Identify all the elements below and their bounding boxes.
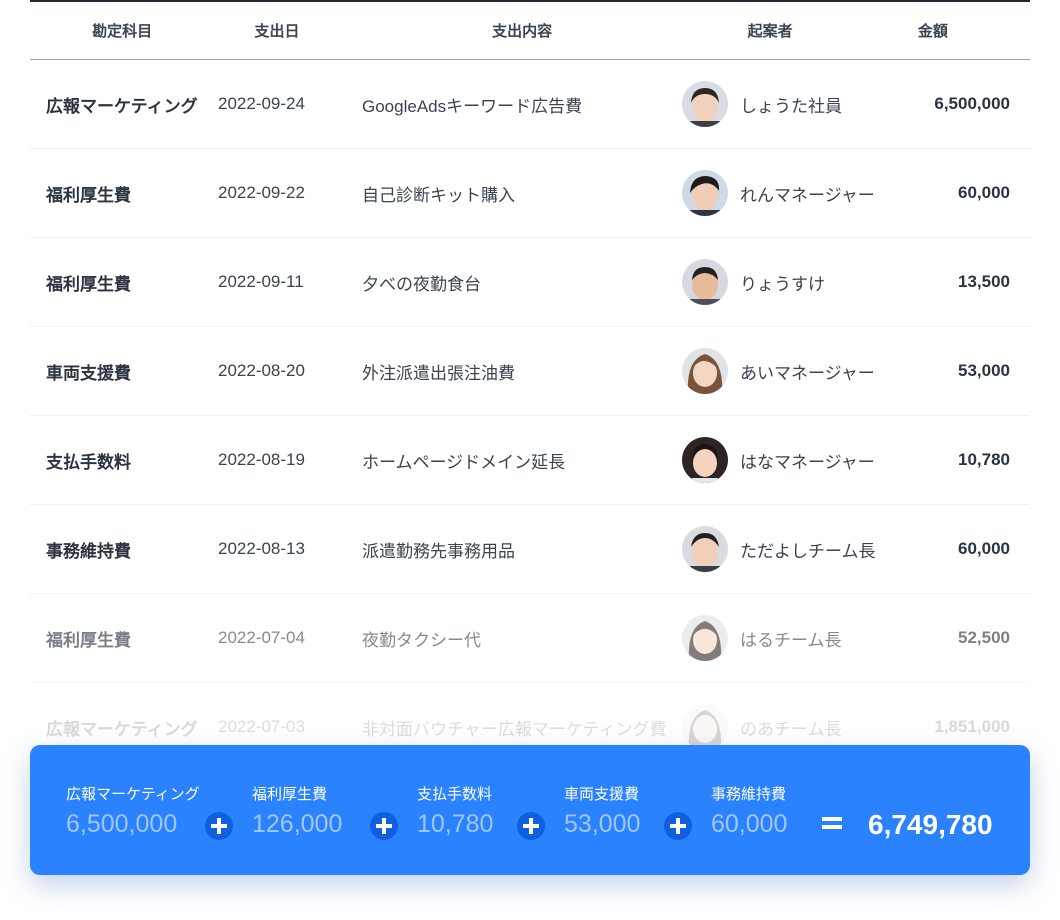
summary-label: 車両支援費 <box>564 786 640 803</box>
table-row[interactable]: 事務維持費 2022-08-13 派遣勤務先事務用品 ただよしチーム長 60,0… <box>30 505 1030 594</box>
avatar <box>682 81 728 127</box>
table-row[interactable]: 車両支援費 2022-08-20 外注派遣出張注油費 あいマネージャー 53,0… <box>30 327 1030 416</box>
plus-icon <box>664 812 692 840</box>
summary-value: 53,000 <box>564 810 641 838</box>
summary-value: 126,000 <box>252 810 343 838</box>
plus-icon <box>205 812 233 840</box>
row-date: 2022-07-04 <box>218 628 305 647</box>
applicant-name: ただよしチーム長 <box>740 541 876 561</box>
row-category: 事務維持費 <box>46 541 131 561</box>
row-description: 外注派遣出張注油費 <box>362 363 515 383</box>
applicant-name: はなマネージャー <box>740 452 875 472</box>
row-category: 福利厚生費 <box>46 185 131 205</box>
avatar <box>682 615 728 661</box>
row-applicant: りょうすけ <box>682 259 912 305</box>
header-amount: 金額 <box>917 23 948 40</box>
avatar <box>682 704 728 750</box>
row-date: 2022-08-19 <box>218 450 305 469</box>
row-applicant: しょうた社員 <box>682 81 912 127</box>
summary-value: 6,500,000 <box>66 810 178 838</box>
equals-icon <box>822 814 842 830</box>
row-description: 派遣勤務先事務用品 <box>362 541 515 561</box>
applicant-name: れんマネージャー <box>740 185 875 205</box>
avatar <box>682 348 728 394</box>
summary-item-fees: 支払手数料 10,780 <box>417 783 493 839</box>
row-amount: 53,000 <box>958 361 1010 380</box>
row-date: 2022-08-13 <box>218 539 305 558</box>
row-description: GoogleAdsキーワード広告費 <box>362 96 583 116</box>
applicant-name: りょうすけ <box>740 274 825 294</box>
summary-value: 60,000 <box>711 810 788 838</box>
table-row[interactable]: 福利厚生費 2022-09-22 自己診断キット購入 れんマネージャー 60,0… <box>30 149 1030 238</box>
applicant-name: あいマネージャー <box>740 363 875 383</box>
row-applicant: れんマネージャー <box>682 170 912 216</box>
summary-label: 福利厚生費 <box>252 786 328 803</box>
table-row[interactable]: 広報マーケティング 2022-09-24 GoogleAdsキーワード広告費 し… <box>30 60 1030 149</box>
header-description: 支出内容 <box>492 23 553 40</box>
table-row[interactable]: 支払手数料 2022-08-19 ホームページドメイン延長 はなマネージャー 1… <box>30 416 1030 505</box>
row-applicant: はなマネージャー <box>682 437 912 483</box>
row-applicant: はるチーム長 <box>682 615 912 661</box>
row-description: 非対面バウチャー広報マーケティング費 <box>362 719 667 739</box>
avatar <box>682 170 728 216</box>
row-date: 2022-09-22 <box>218 183 305 202</box>
row-amount: 10,780 <box>958 450 1010 469</box>
row-applicant: あいマネージャー <box>682 348 912 394</box>
summary-label: 広報マーケティング <box>66 786 200 803</box>
row-amount: 13,500 <box>958 272 1010 291</box>
plus-icon <box>517 812 545 840</box>
table-header: 勘定科目 支出日 支出内容 起案者 金額 <box>30 2 1030 60</box>
row-date: 2022-09-24 <box>218 94 305 113</box>
row-amount: 1,851,000 <box>934 717 1010 736</box>
row-category: 福利厚生費 <box>46 630 131 650</box>
row-description: ホームページドメイン延長 <box>362 452 566 472</box>
table-row[interactable]: 福利厚生費 2022-09-11 夕べの夜勤食台 りょうすけ 13,500 <box>30 238 1030 327</box>
row-category: 広報マーケティング <box>46 719 198 739</box>
header-applicant: 起案者 <box>747 23 793 40</box>
summary-panel: 広報マーケティング 6,500,000 福利厚生費 126,000 支払手数料 … <box>30 745 1030 875</box>
summary-item-marketing: 広報マーケティング 6,500,000 <box>66 783 200 839</box>
summary-total: 6,749,780 <box>868 809 993 840</box>
row-category: 支払手数料 <box>46 452 131 472</box>
summary-label: 事務維持費 <box>711 786 787 803</box>
row-amount: 52,500 <box>958 628 1010 647</box>
row-applicant: ただよしチーム長 <box>682 526 912 572</box>
summary-item-office: 事務維持費 60,000 <box>711 783 787 839</box>
row-description: 夕べの夜勤食台 <box>362 274 481 294</box>
avatar <box>682 259 728 305</box>
row-date: 2022-08-20 <box>218 361 305 380</box>
summary-label: 支払手数料 <box>417 786 493 803</box>
applicant-name: はるチーム長 <box>740 630 842 650</box>
table-row[interactable]: 福利厚生費 2022-07-04 夜勤タクシー代 はるチーム長 52,500 <box>30 594 1030 683</box>
row-amount: 60,000 <box>958 539 1010 558</box>
row-category: 車両支援費 <box>46 363 131 383</box>
row-amount: 60,000 <box>958 183 1010 202</box>
avatar <box>682 437 728 483</box>
row-category: 福利厚生費 <box>46 274 131 294</box>
avatar <box>682 526 728 572</box>
header-category: 勘定科目 <box>92 23 153 40</box>
expense-table: 勘定科目 支出日 支出内容 起案者 金額 広報マーケティング 2022-09-2… <box>30 0 1030 772</box>
row-description: 夜勤タクシー代 <box>362 630 481 650</box>
row-applicant: のあチーム長 <box>682 704 912 750</box>
row-description: 自己診断キット購入 <box>362 185 515 205</box>
row-date: 2022-09-11 <box>218 272 304 291</box>
summary-value: 10,780 <box>417 810 494 838</box>
summary-item-welfare: 福利厚生費 126,000 <box>252 783 342 839</box>
applicant-name: しょうた社員 <box>740 96 842 116</box>
plus-icon <box>370 812 398 840</box>
applicant-name: のあチーム長 <box>740 719 842 739</box>
row-category: 広報マーケティング <box>46 96 198 116</box>
summary-item-vehicle: 車両支援費 53,000 <box>564 783 640 839</box>
header-date: 支出日 <box>254 23 300 40</box>
row-amount: 6,500,000 <box>934 94 1010 113</box>
row-date: 2022-07-03 <box>218 717 305 736</box>
